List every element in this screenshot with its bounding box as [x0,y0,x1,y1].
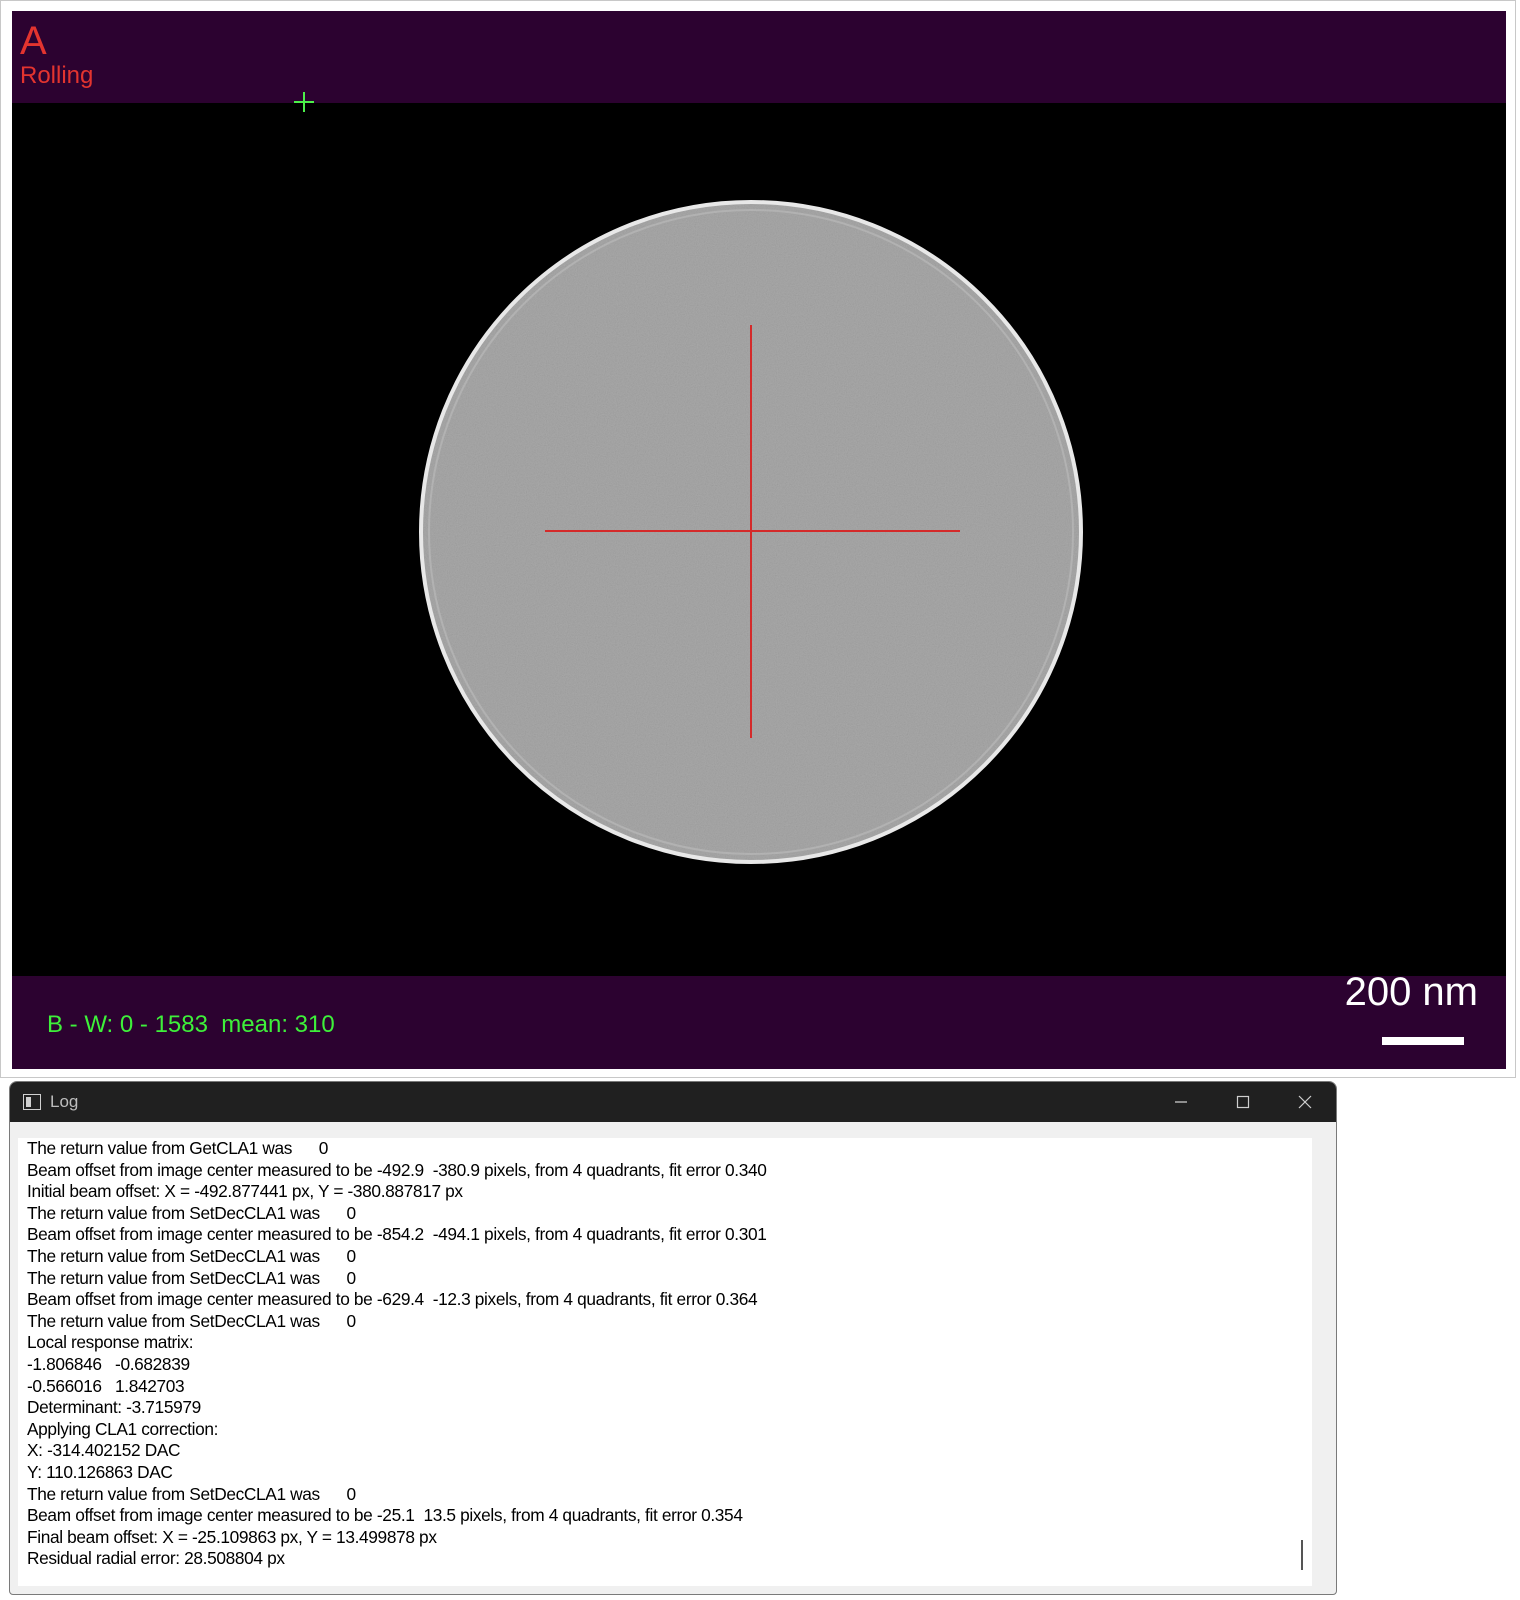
image-display[interactable]: A Rolling B - W: 0 - 1583 mean: 310 200 … [12,11,1506,1069]
window-title: Log [50,1092,79,1111]
log-line: Beam offset from image center measured t… [27,1289,758,1310]
scale-bar-label: 200 nm [1344,970,1478,1014]
close-button[interactable] [1274,1082,1336,1122]
log-line: Local response matrix: [27,1332,194,1353]
log-lines: The return value from GetCLA1 was 0 Beam … [18,1138,1312,1570]
maximize-icon [1236,1095,1250,1109]
log-line: Applying CLA1 correction: [27,1418,219,1439]
log-line: Beam offset from image center measured t… [27,1224,767,1245]
log-line: The return value from SetDecCLA1 was 0 [27,1202,356,1223]
app-icon [23,1094,41,1110]
scale-bar [1382,1037,1464,1045]
log-line: Initial beam offset: X = -492.877441 px,… [27,1181,463,1202]
bottom-info-band: B - W: 0 - 1583 mean: 310 200 nm [12,970,1506,1069]
log-line: -1.806846 -0.682839 [27,1353,190,1374]
log-text-area[interactable]: The return value from GetCLA1 was 0 Beam … [18,1138,1312,1586]
log-line: The return value from SetDecCLA1 was 0 [27,1267,356,1288]
log-line: The return value from GetCLA1 was 0 [27,1138,329,1158]
log-line: The return value from SetDecCLA1 was 0 [27,1310,356,1331]
log-line: -0.566016 1.842703 [27,1375,185,1396]
minimize-button[interactable] [1150,1082,1212,1122]
top-label-band: A Rolling [12,11,1506,103]
log-line: Final beam offset: X = -25.109863 px, Y … [27,1526,437,1547]
log-line: X: -314.402152 DAC [27,1440,181,1461]
log-line: The return value from SetDecCLA1 was 0 [27,1483,356,1504]
viewport-letter: A [20,19,47,63]
log-line: Residual radial error: 28.508804 px [27,1548,285,1569]
log-line: Y: 110.126863 DAC [27,1461,173,1482]
minimize-icon [1175,1101,1187,1103]
specimen-image [419,200,1083,864]
log-window: Log The return value from GetCLA1 was 0B… [9,1081,1337,1595]
log-line: The return value from SetDecCLA1 was 0 [27,1245,356,1266]
log-title-bar[interactable]: Log [10,1082,1336,1122]
log-line: Determinant: -3.715979 [27,1397,201,1418]
close-icon [1298,1095,1312,1109]
scrollbar-thumb[interactable] [1301,1540,1303,1570]
intensity-stats: B - W: 0 - 1583 mean: 310 [47,1011,335,1038]
log-line: Beam offset from image center measured t… [27,1159,767,1180]
small-cross-marker-icon [294,92,314,112]
log-line: Beam offset from image center measured t… [27,1505,743,1526]
image-viewer-window: A Rolling B - W: 0 - 1583 mean: 310 200 … [0,0,1516,1078]
maximize-button[interactable] [1212,1082,1274,1122]
acquisition-mode: Rolling [20,62,94,89]
